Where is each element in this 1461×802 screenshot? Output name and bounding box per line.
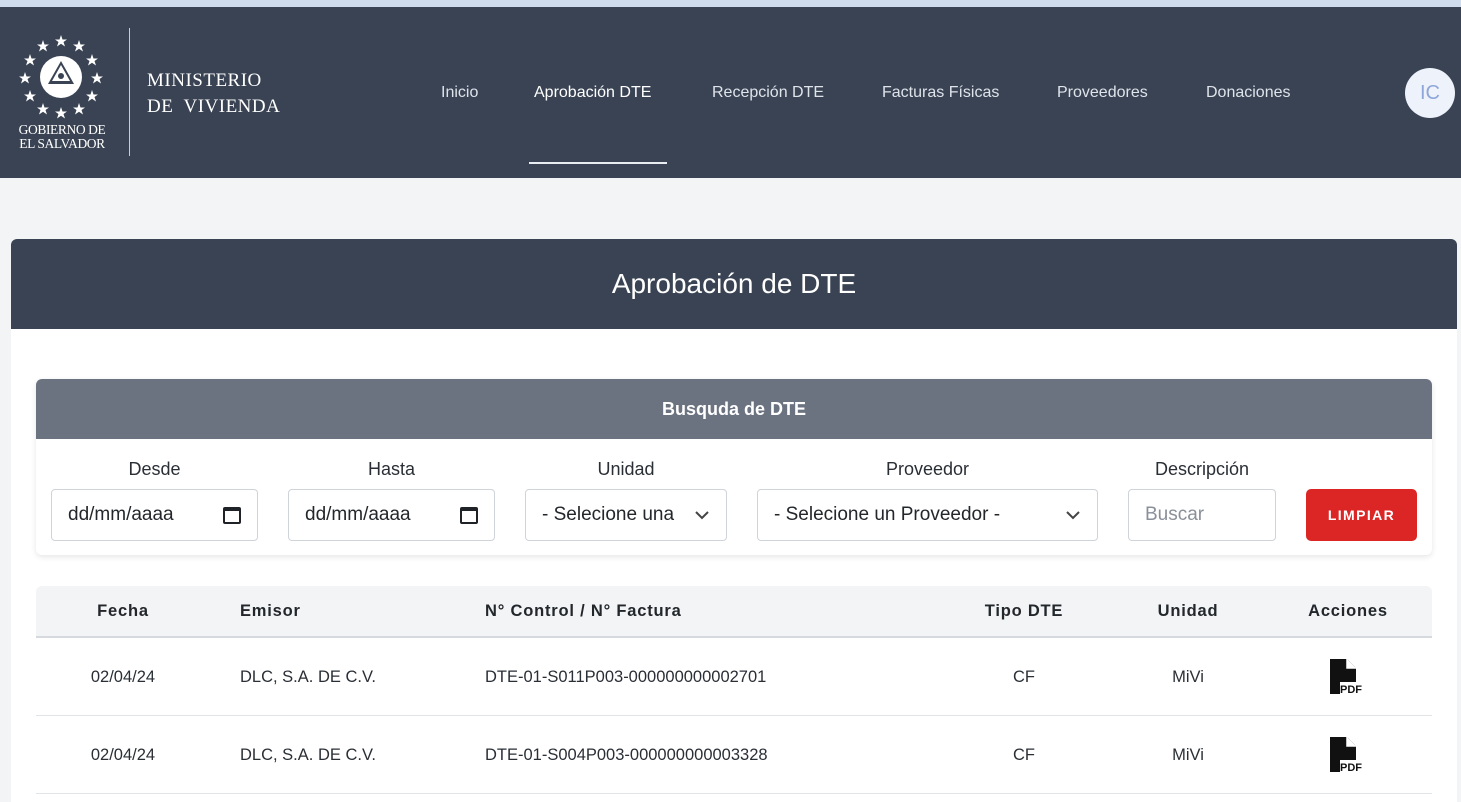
logo-caption: GOBIERNO DE EL SALVADOR bbox=[10, 123, 114, 151]
clear-button[interactable]: LIMPIAR bbox=[1306, 489, 1417, 541]
proveedor-label: Proveedor bbox=[885, 459, 970, 479]
proveedor-select-value: - Selecione un Proveedor - bbox=[774, 504, 1001, 525]
hasta-label: Hasta bbox=[367, 459, 416, 479]
pdf-icon[interactable]: PDF bbox=[1327, 658, 1365, 696]
nav-item-donaciones[interactable]: Donaciones bbox=[1206, 84, 1291, 102]
dte-table: Fecha Emisor N° Control / N° Factura Tip… bbox=[36, 586, 1432, 794]
nav-item-facturas-fisicas[interactable]: Facturas Físicas bbox=[882, 84, 999, 102]
desde-label: Desde bbox=[128, 459, 181, 479]
cell-tipo-dte: CF bbox=[1013, 668, 1035, 686]
svg-text:PDF: PDF bbox=[1340, 762, 1362, 774]
calendar-icon[interactable] bbox=[460, 506, 478, 524]
column-header-emisor[interactable]: Emisor bbox=[240, 586, 301, 636]
coat-of-arms-icon bbox=[19, 35, 103, 119]
main-card: Aprobación de DTE Busquda de DTE Desde d… bbox=[11, 239, 1457, 802]
table-header: Fecha Emisor N° Control / N° Factura Tip… bbox=[36, 586, 1432, 638]
desde-date-input[interactable]: dd/mm/aaaa bbox=[51, 489, 258, 541]
table-row[interactable]: 02/04/24 DLC, S.A. DE C.V. DTE-01-S011P0… bbox=[36, 638, 1432, 716]
cell-unidad: MiVi bbox=[1172, 668, 1204, 686]
unidad-select[interactable]: - Selecione una bbox=[525, 489, 727, 541]
navbar: GOBIERNO DE EL SALVADOR MINISTERIO DE VI… bbox=[0, 7, 1461, 178]
active-tab-indicator bbox=[529, 162, 667, 164]
pdf-icon[interactable]: PDF bbox=[1327, 736, 1365, 774]
ministry-name: MINISTERIO DE VIVIENDA bbox=[147, 68, 280, 120]
svg-text:PDF: PDF bbox=[1340, 684, 1362, 696]
cell-unidad: MiVi bbox=[1172, 746, 1204, 764]
cell-control: DTE-01-S004P003-000000000003328 bbox=[485, 746, 768, 764]
cell-fecha: 02/04/24 bbox=[90, 746, 156, 764]
nav-item-inicio[interactable]: Inicio bbox=[441, 84, 478, 102]
cell-emisor: DLC, S.A. DE C.V. bbox=[240, 746, 377, 764]
search-panel-title: Busquda de DTE bbox=[36, 379, 1432, 439]
hasta-date-input[interactable]: dd/mm/aaaa bbox=[288, 489, 495, 541]
logo-caption-line2: EL SALVADOR bbox=[19, 136, 105, 151]
desde-date-value: dd/mm/aaaa bbox=[68, 504, 174, 525]
user-avatar[interactable]: IC bbox=[1405, 68, 1455, 118]
logo-divider bbox=[129, 28, 130, 156]
table-row[interactable]: 02/04/24 DLC, S.A. DE C.V. DTE-01-S004P0… bbox=[36, 716, 1432, 794]
nav-item-aprobacion-dte[interactable]: Aprobación DTE bbox=[534, 84, 651, 102]
chevron-down-icon bbox=[695, 511, 709, 520]
nav-item-recepcion-dte[interactable]: Recepción DTE bbox=[712, 84, 824, 102]
page-title: Aprobación de DTE bbox=[11, 239, 1457, 329]
descripcion-label: Descripción bbox=[1154, 459, 1250, 479]
cell-fecha: 02/04/24 bbox=[90, 668, 156, 686]
column-header-tipo-dte[interactable]: Tipo DTE bbox=[964, 586, 1084, 636]
ministry-line1: MINISTERIO bbox=[147, 70, 262, 91]
browser-top-strip bbox=[0, 0, 1461, 7]
search-panel: Busquda de DTE Desde dd/mm/aaaa Hasta dd… bbox=[36, 379, 1432, 555]
calendar-icon[interactable] bbox=[223, 506, 241, 524]
cell-tipo-dte: CF bbox=[1013, 746, 1035, 764]
column-header-fecha[interactable]: Fecha bbox=[73, 586, 173, 636]
nav-item-proveedores[interactable]: Proveedores bbox=[1057, 84, 1148, 102]
unidad-label: Unidad bbox=[597, 459, 655, 479]
descripcion-search-input[interactable]: Buscar bbox=[1128, 489, 1276, 541]
proveedor-select[interactable]: - Selecione un Proveedor - bbox=[757, 489, 1098, 541]
cell-control: DTE-01-S011P003-000000000002701 bbox=[485, 668, 767, 686]
cell-emisor: DLC, S.A. DE C.V. bbox=[240, 668, 377, 686]
descripcion-placeholder: Buscar bbox=[1145, 504, 1205, 525]
chevron-down-icon bbox=[1066, 511, 1080, 520]
hasta-date-value: dd/mm/aaaa bbox=[305, 504, 411, 525]
ministry-line2: DE VIVIENDA bbox=[147, 96, 281, 117]
unidad-select-value: - Selecione una bbox=[542, 504, 675, 525]
column-header-unidad[interactable]: Unidad bbox=[1138, 586, 1238, 636]
column-header-control[interactable]: N° Control / N° Factura bbox=[485, 586, 682, 636]
logo-caption-line1: GOBIERNO DE bbox=[18, 122, 106, 137]
column-header-acciones: Acciones bbox=[1308, 602, 1388, 620]
